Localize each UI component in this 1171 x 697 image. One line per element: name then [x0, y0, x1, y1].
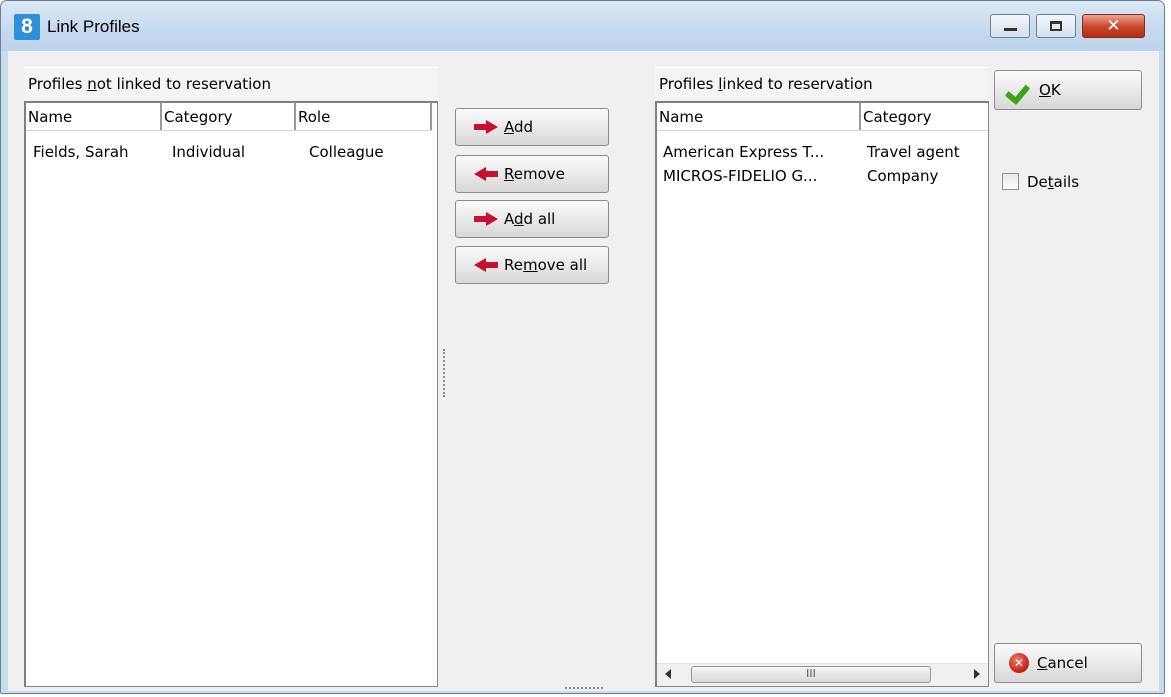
right-panel-header: Profiles linked to reservation [655, 67, 989, 100]
profile-name: MICROS-FIDELIO G... [663, 167, 818, 185]
arrow-left-icon [474, 167, 498, 181]
column-header-role[interactable]: Role [296, 103, 432, 130]
arrow-right-icon [474, 120, 498, 134]
horizontal-resize-grip[interactable] [565, 687, 603, 691]
arrow-left-icon [474, 258, 498, 272]
unlinked-column-headers: Name Category Role [26, 103, 432, 131]
list-item[interactable]: MICROS-FIDELIO G... Company [657, 164, 987, 188]
details-label[interactable]: Details [1027, 171, 1079, 193]
checkmark-icon [1007, 78, 1033, 102]
ok-button[interactable]: OK [994, 70, 1142, 110]
close-icon: ✕ [1106, 16, 1121, 36]
link-profiles-window: 8 Link Profiles ✕ Profiles not linked to… [0, 0, 1165, 694]
arrow-right-icon [474, 212, 498, 226]
add-all-button[interactable]: Add all [455, 200, 609, 238]
close-button[interactable]: ✕ [1082, 14, 1145, 38]
dialog-body: Profiles not linked to reservation Name … [8, 51, 1159, 691]
window-title: Link Profiles [47, 17, 140, 36]
remove-all-button[interactable]: Remove all [455, 246, 609, 284]
linked-profiles-list[interactable]: Name Category American Express T... Trav… [655, 101, 989, 687]
profile-name: American Express T... [663, 143, 825, 161]
details-checkbox[interactable] [1002, 173, 1019, 190]
app-logo-icon: 8 [14, 14, 40, 40]
add-button[interactable]: Add [455, 108, 609, 146]
column-header-name[interactable]: Name [657, 103, 861, 130]
profile-category: Travel agent [867, 143, 960, 161]
cancel-x-icon: ✕ [1009, 653, 1029, 673]
minimize-icon [1004, 28, 1017, 31]
profile-category: Company [867, 167, 939, 185]
left-panel-header: Profiles not linked to reservation [24, 67, 438, 100]
list-item[interactable]: Fields, Sarah Individual Colleague [26, 140, 429, 164]
list-item[interactable]: American Express T... Travel agent [657, 140, 987, 164]
maximize-button[interactable] [1036, 14, 1076, 38]
cancel-button[interactable]: ✕ Cancel [994, 643, 1142, 683]
scroll-right-icon[interactable] [974, 669, 980, 679]
column-header-name[interactable]: Name [26, 103, 162, 130]
scroll-left-icon[interactable] [665, 669, 671, 679]
unlinked-profiles-list[interactable]: Name Category Role Fields, Sarah Individ… [24, 101, 438, 687]
minimize-button[interactable] [990, 14, 1030, 38]
scroll-thumb[interactable]: III [691, 666, 931, 683]
profile-role: Colleague [309, 143, 384, 161]
linked-column-headers: Name Category [657, 103, 987, 131]
vertical-splitter-grip[interactable] [443, 349, 447, 397]
column-header-category[interactable]: Category [162, 103, 296, 130]
maximize-icon [1050, 21, 1062, 31]
horizontal-scrollbar[interactable]: III [657, 663, 988, 686]
profile-category: Individual [172, 143, 246, 161]
remove-button[interactable]: Remove [455, 155, 609, 193]
column-header-category[interactable]: Category [861, 103, 987, 130]
profile-name: Fields, Sarah [33, 143, 129, 161]
title-bar[interactable]: 8 Link Profiles ✕ [1, 1, 1164, 51]
